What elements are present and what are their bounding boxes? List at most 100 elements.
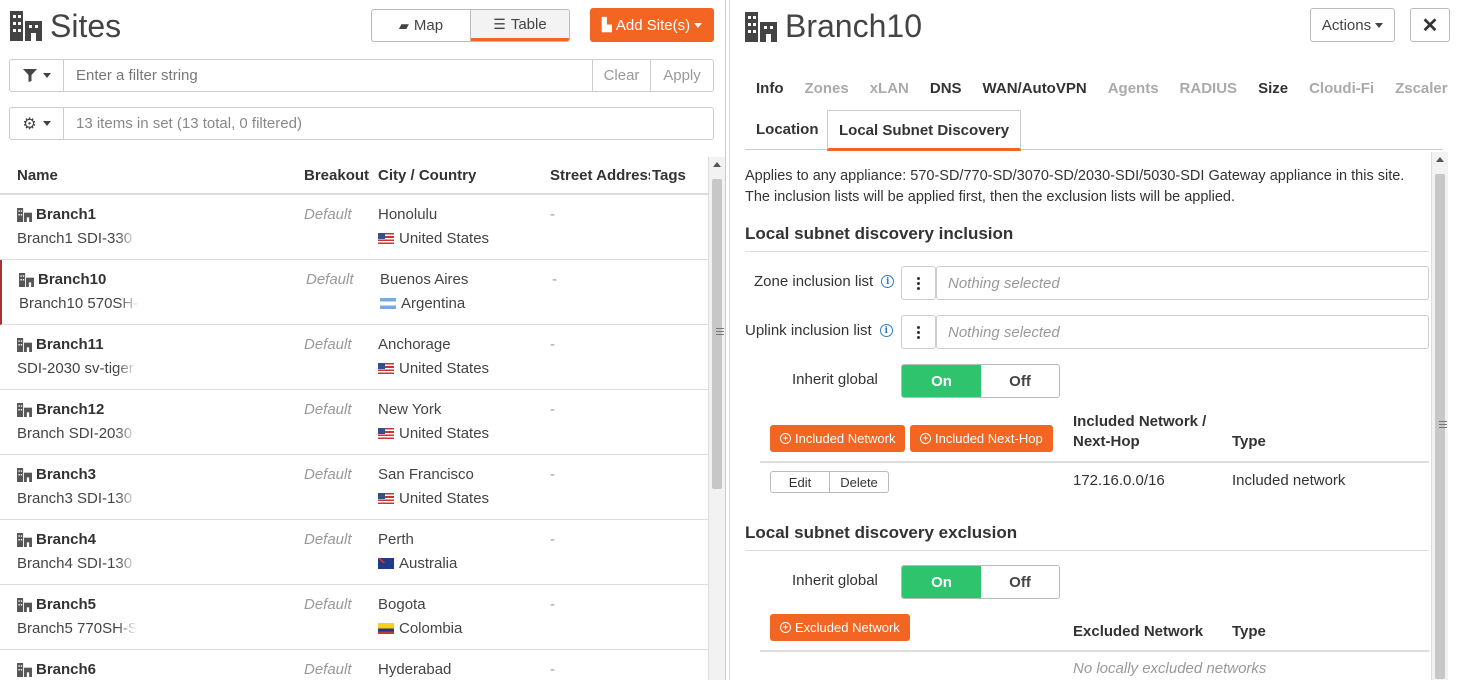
column-street-address[interactable]: Street Address <box>550 167 650 184</box>
tab-zscaler[interactable]: Zscaler <box>1395 80 1448 97</box>
inclusion-inherit-toggle[interactable]: On Off <box>901 364 1060 398</box>
site-name[interactable]: Branch3 <box>17 466 96 483</box>
table-row[interactable]: Branch11 SDI-2030 sv-tiger7 Default Anchora… <box>0 325 708 390</box>
lsd-description: Applies to any appliance: 570-SD/770-SD/… <box>745 168 1405 205</box>
filter-input[interactable]: Enter a filter string <box>64 60 592 91</box>
inclusion-inherit-label: Inherit global <box>792 371 878 388</box>
scroll-thumb[interactable] <box>1435 174 1447 679</box>
filter-bar: Enter a filter string Clear Apply <box>9 59 714 92</box>
zone-inclusion-menu-button[interactable] <box>901 266 936 300</box>
info-icon[interactable]: i <box>881 275 895 288</box>
close-icon: ✕ <box>1421 14 1439 37</box>
country-value: United States <box>378 360 489 377</box>
site-description: SDI-2030 sv-tiger7 <box>17 360 137 377</box>
column-city-country[interactable]: City / Country <box>378 167 476 184</box>
site-name[interactable]: Branch11 <box>17 336 104 353</box>
column-tags[interactable]: Tags <box>652 167 686 184</box>
info-icon[interactable]: i <box>879 324 893 337</box>
tab-radius[interactable]: RADIUS <box>1180 80 1238 97</box>
uplink-inclusion-menu-button[interactable] <box>901 315 936 349</box>
street-address-value: - <box>552 271 557 288</box>
funnel-icon <box>22 69 37 82</box>
tab-cloudi-fi[interactable]: Cloudi-Fi <box>1309 80 1374 97</box>
exclusion-inherit-toggle[interactable]: On Off <box>901 565 1060 599</box>
site-name[interactable]: Branch1 <box>17 206 96 223</box>
tab-location[interactable]: Location <box>756 121 819 138</box>
breakout-value: Default <box>306 271 354 288</box>
site-name[interactable]: Branch10 <box>19 271 106 288</box>
building-icon <box>17 532 32 547</box>
tab-dns[interactable]: DNS <box>930 80 962 97</box>
tab-zones[interactable]: Zones <box>805 80 849 97</box>
country-label: Australia <box>399 555 458 572</box>
list-icon: ☰ <box>493 15 506 32</box>
tab-info[interactable]: Info <box>756 80 784 97</box>
column-type: Type <box>1232 623 1266 640</box>
excluded-network-label: Excluded Network <box>795 620 900 635</box>
building-icon <box>10 11 42 41</box>
table-row[interactable]: Branch5 Branch5 770SH-SI Default Bogota Colo… <box>0 585 708 650</box>
site-name[interactable]: Branch12 <box>17 401 104 418</box>
included-nexthop-button[interactable]: + Included Next-Hop <box>910 425 1053 452</box>
tab-xlan[interactable]: xLAN <box>870 80 909 97</box>
building-icon <box>17 207 32 222</box>
table-row[interactable]: Branch12 Branch SDI-2030 Default New York Un… <box>0 390 708 455</box>
toggle-on[interactable]: On <box>902 566 981 598</box>
delete-button[interactable]: Delete <box>830 472 888 492</box>
inclusion-section-title: Local subnet discovery inclusion <box>745 224 1429 252</box>
zone-inclusion-select[interactable]: Nothing selected <box>936 266 1429 300</box>
street-address-value: - <box>550 206 555 223</box>
settings-dropdown[interactable]: ⚙ <box>10 108 64 139</box>
clear-button[interactable]: Clear <box>592 60 650 91</box>
included-network-button[interactable]: + Included Network <box>770 425 906 452</box>
street-address-value: - <box>550 336 555 353</box>
building-icon <box>17 597 32 612</box>
flag-us-icon <box>378 233 394 244</box>
detail-tabs: Info Zones xLAN DNS WAN/AutoVPN Agents R… <box>756 80 1448 97</box>
table-row[interactable]: Branch10 Branch10 570SH-S Default Buenos Ai… <box>0 260 708 325</box>
table-row[interactable]: Branch1 Branch1 SDI-330 (Default Honolulu U… <box>0 195 708 260</box>
tab-map[interactable]: ▰ Map <box>372 10 471 41</box>
close-button[interactable]: ✕ <box>1410 8 1450 42</box>
site-name[interactable]: Branch5 <box>17 596 96 613</box>
scroll-up-icon[interactable] <box>1436 157 1444 162</box>
tab-table[interactable]: ☰ Table <box>471 10 569 41</box>
city-value: Perth <box>378 531 414 548</box>
gear-icon: ⚙ <box>22 115 37 133</box>
apply-button[interactable]: Apply <box>650 60 713 91</box>
site-description: Branch5 770SH-SI <box>17 620 137 637</box>
toggle-on[interactable]: On <box>902 365 981 397</box>
table-scrollbar[interactable] <box>708 157 725 680</box>
country-value: United States <box>378 230 489 247</box>
toggle-off[interactable]: Off <box>981 365 1059 397</box>
included-network-value: 172.16.0.0/16 <box>1073 472 1165 489</box>
filter-dropdown[interactable] <box>10 60 64 91</box>
uplink-inclusion-select[interactable]: Nothing selected <box>936 315 1429 349</box>
site-name[interactable]: Branch4 <box>17 531 96 548</box>
toggle-off[interactable]: Off <box>981 566 1059 598</box>
site-name[interactable]: Branch6 <box>17 661 96 678</box>
detail-tabs-row2: Location Local Subnet Discovery <box>745 110 1443 151</box>
edit-button[interactable]: Edit <box>771 472 830 492</box>
tab-size[interactable]: Size <box>1258 80 1288 97</box>
table-row[interactable]: Branch4 Branch4 SDI-130 I Default Perth Aust… <box>0 520 708 585</box>
divider <box>760 461 1429 463</box>
excluded-network-button[interactable]: + Excluded Network <box>770 614 910 641</box>
scroll-up-icon[interactable] <box>713 162 721 167</box>
table-row[interactable]: Branch3 Branch3 SDI-130 (Default San Franc… <box>0 455 708 520</box>
tab-local-subnet-discovery[interactable]: Local Subnet Discovery <box>827 110 1022 151</box>
plus-circle-icon: + <box>780 622 791 633</box>
actions-button[interactable]: Actions <box>1310 8 1395 42</box>
plus-circle-icon: + <box>780 433 791 444</box>
table-row[interactable]: Branch6 Default Hyderabad - <box>0 650 708 680</box>
tab-agents[interactable]: Agents <box>1108 80 1159 97</box>
add-site-button[interactable]: ▙ Add Site(s) <box>590 8 714 42</box>
scroll-thumb[interactable] <box>712 179 724 489</box>
empty-message: No locally excluded networks <box>1073 660 1267 677</box>
column-breakout[interactable]: Breakout <box>304 167 372 184</box>
tab-wan-autovpn[interactable]: WAN/AutoVPN <box>983 80 1087 97</box>
site-name-label: Branch11 <box>36 336 104 353</box>
detail-scrollbar[interactable] <box>1431 152 1448 680</box>
included-network-label: Included Network <box>795 431 896 446</box>
column-name[interactable]: Name <box>17 167 58 184</box>
